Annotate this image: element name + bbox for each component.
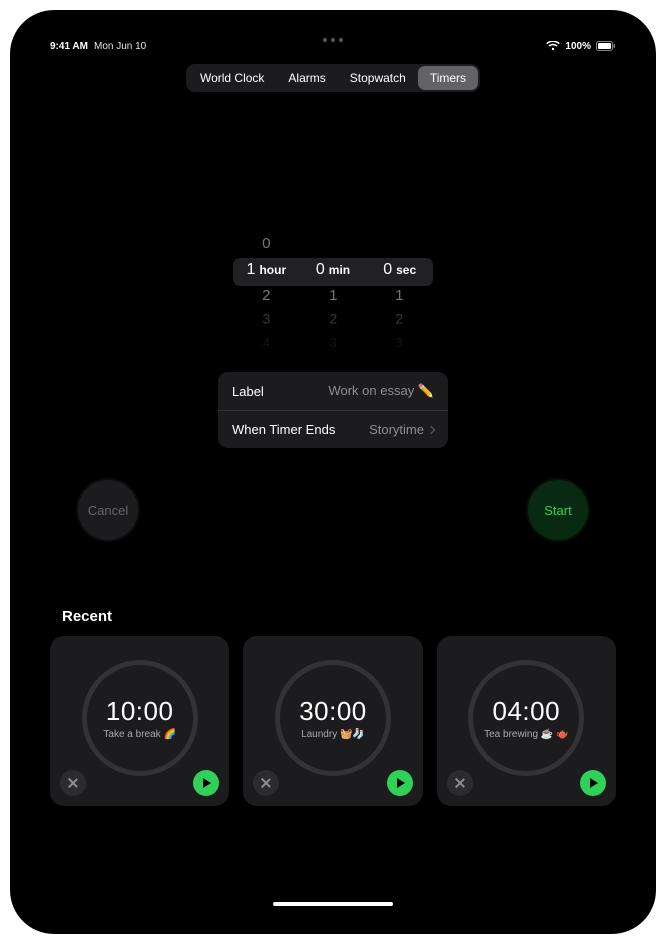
recent-section-title: Recent [62, 608, 112, 625]
screen: 9:41 AM Mon Jun 10 100% World ClockAlarm… [32, 32, 634, 912]
play-icon [203, 778, 211, 788]
home-indicator[interactable] [273, 902, 393, 906]
duration-picker[interactable]: 0 1 hour 2 3 4 0 min 1 2 3 [233, 232, 433, 342]
status-date: Mon Jun 10 [94, 41, 146, 52]
tab-world-clock[interactable]: World Clock [188, 66, 276, 90]
picker-selected-minutes: 0 min [300, 256, 367, 284]
play-icon [397, 778, 405, 788]
picker-value: 4 [240, 334, 293, 353]
close-icon [455, 778, 465, 788]
play-icon [590, 778, 598, 788]
close-icon [261, 778, 271, 788]
label-key: Label [232, 384, 264, 399]
timer-label: Take a break 🌈 [103, 729, 176, 741]
recent-timer-card[interactable]: 04:00 Tea brewing ☕️ 🫖 [437, 636, 616, 806]
picker-selected-hours: 1 hour [233, 256, 300, 284]
tab-stopwatch[interactable]: Stopwatch [338, 66, 418, 90]
picker-value: 2 [370, 309, 429, 330]
timer-label: Laundry 🧺🧦 [301, 729, 365, 741]
chevron-right-icon [427, 425, 435, 433]
when-timer-ends-row[interactable]: When Timer Ends Storytime [218, 410, 448, 448]
picker-value: 3 [237, 309, 296, 330]
mode-segmented-control[interactable]: World ClockAlarmsStopwatchTimers [186, 64, 480, 92]
delete-timer-button[interactable] [253, 770, 279, 796]
multitask-indicator[interactable] [323, 38, 343, 42]
battery-icon [596, 41, 616, 51]
ends-value: Storytime [369, 422, 424, 437]
label-value: Work on essay ✏️ [328, 383, 434, 399]
cancel-button[interactable]: Cancel [76, 478, 140, 542]
picker-value: 2 [304, 309, 363, 330]
timer-duration: 30:00 [299, 696, 367, 727]
recent-timer-card[interactable]: 10:00 Take a break 🌈 [50, 636, 229, 806]
start-timer-button[interactable] [387, 770, 413, 796]
recent-timer-card[interactable]: 30:00 Laundry 🧺🧦 [243, 636, 422, 806]
start-timer-button[interactable] [580, 770, 606, 796]
picker-value: 3 [306, 334, 359, 353]
timer-settings-list: Label Work on essay ✏️ When Timer Ends S… [218, 372, 448, 448]
label-row[interactable]: Label Work on essay ✏️ [218, 372, 448, 410]
picker-hours-column[interactable]: 0 1 hour 2 3 4 [233, 232, 300, 342]
timer-dial: 30:00 Laundry 🧺🧦 [275, 660, 391, 776]
timer-dial: 10:00 Take a break 🌈 [82, 660, 198, 776]
recent-timers-row: 10:00 Take a break 🌈 30:00 Laundry 🧺🧦 04:00 T… [50, 636, 616, 806]
delete-timer-button[interactable] [447, 770, 473, 796]
picker-minutes-column[interactable]: 0 min 1 2 3 [300, 232, 367, 342]
ipad-device-frame: 9:41 AM Mon Jun 10 100% World ClockAlarm… [10, 10, 656, 934]
wifi-icon [546, 41, 560, 51]
tab-timers[interactable]: Timers [418, 66, 478, 90]
start-timer-button[interactable] [193, 770, 219, 796]
start-button[interactable]: Start [526, 478, 590, 542]
delete-timer-button[interactable] [60, 770, 86, 796]
picker-selected-seconds: 0 sec [366, 256, 433, 284]
tab-alarms[interactable]: Alarms [276, 66, 337, 90]
timer-duration: 10:00 [106, 696, 174, 727]
picker-seconds-column[interactable]: 0 sec 1 2 3 [366, 232, 433, 342]
battery-percent: 100% [565, 41, 591, 52]
timer-label: Tea brewing ☕️ 🫖 [484, 729, 568, 741]
ends-key: When Timer Ends [232, 422, 335, 437]
picker-value: 1 [301, 285, 364, 308]
close-icon [68, 778, 78, 788]
picker-value: 2 [235, 285, 298, 308]
timer-dial: 04:00 Tea brewing ☕️ 🫖 [468, 660, 584, 776]
picker-value: 3 [373, 334, 426, 353]
timer-duration: 04:00 [493, 696, 561, 727]
picker-value: 0 [235, 233, 298, 256]
status-time: 9:41 AM [50, 41, 88, 52]
picker-value: 1 [368, 285, 431, 308]
